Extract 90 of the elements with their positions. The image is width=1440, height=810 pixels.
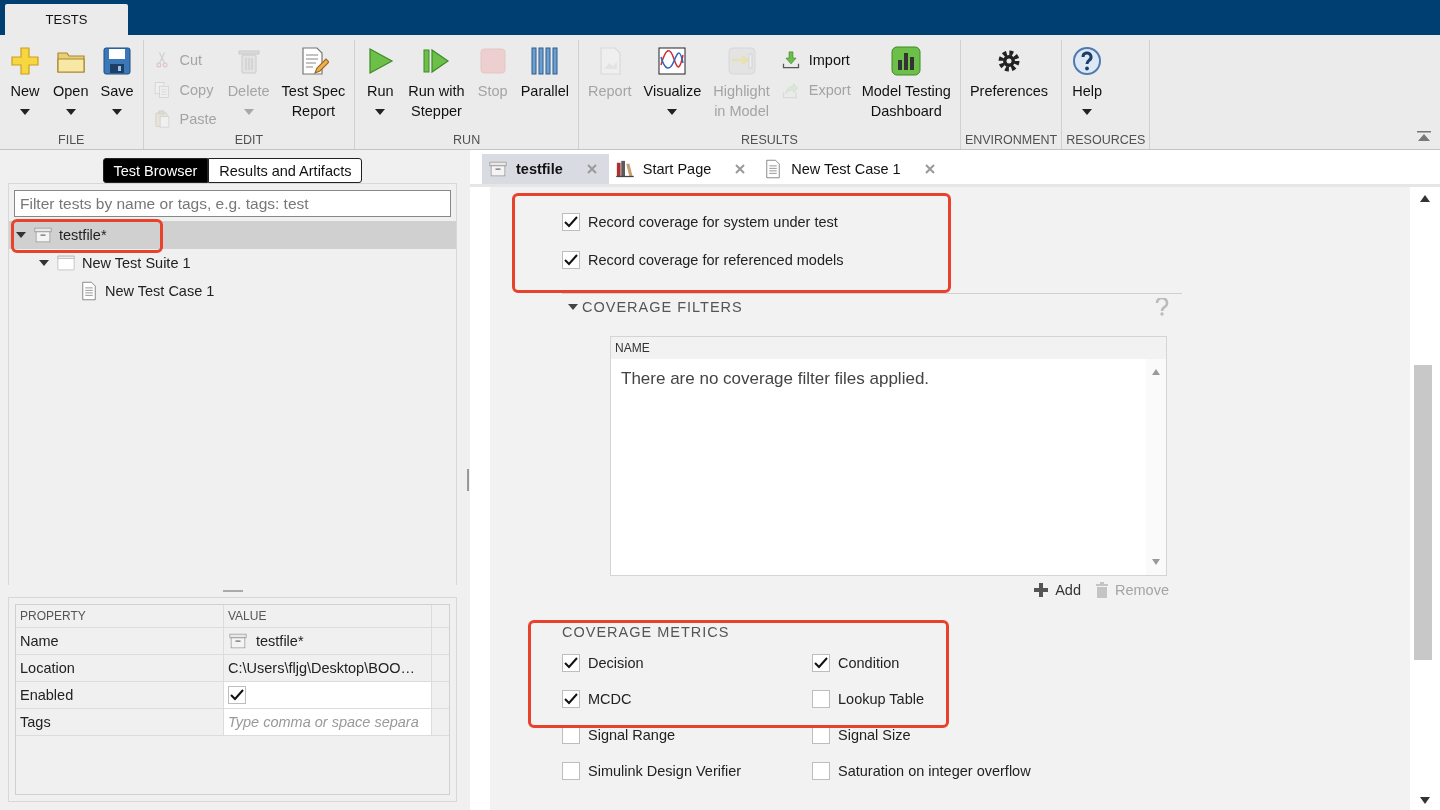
caret-icon <box>112 109 122 115</box>
checkbox[interactable] <box>812 690 830 708</box>
caret-icon <box>20 109 30 115</box>
action-button[interactable]: Add <box>1033 582 1081 598</box>
copy-icon <box>151 79 172 100</box>
toolbar-button[interactable]: Run with Stepper <box>403 40 470 133</box>
table-cell: Location <box>16 655 224 681</box>
trash-icon <box>1095 582 1109 598</box>
checkbox-label: Lookup Table <box>838 691 924 707</box>
caret-icon <box>667 109 678 115</box>
toolbar-button[interactable]: Import <box>776 46 855 74</box>
checkbox[interactable] <box>562 251 580 269</box>
checkbox-label: MCDC <box>588 691 632 707</box>
checkbox[interactable] <box>562 213 580 231</box>
toolbar-button[interactable]: Save <box>95 40 139 133</box>
plus-icon <box>1033 582 1050 598</box>
group-label: RESOURCES <box>1066 133 1146 149</box>
arrow-box-icon <box>725 45 758 77</box>
checkbox-label: Record coverage for referenced models <box>588 252 844 268</box>
toolbar-button[interactable]: Test Spec Report <box>276 40 351 133</box>
checkbox[interactable] <box>812 654 830 672</box>
close-icon[interactable] <box>924 164 935 174</box>
bar-chart-icon <box>890 45 923 77</box>
close-icon[interactable] <box>735 164 746 174</box>
tree-item[interactable]: New Test Suite 1 <box>9 249 456 277</box>
scroll-up-icon[interactable] <box>1420 195 1430 202</box>
expand-icon[interactable] <box>568 303 578 311</box>
close-icon[interactable] <box>586 164 597 174</box>
caret-icon <box>375 109 386 115</box>
section-title: COVERAGE METRICS <box>562 624 731 642</box>
checkbox-label: Signal Size <box>838 727 911 743</box>
collapse-icon[interactable] <box>1417 131 1431 143</box>
group-label: FILE <box>57 133 86 149</box>
caret-icon <box>65 109 76 115</box>
document-tab[interactable]: New Test Case 1 <box>757 154 947 184</box>
import-icon <box>780 50 801 70</box>
column-header: PROPERTY <box>16 605 224 627</box>
checkbox[interactable] <box>228 686 246 704</box>
table-cell: testfile* <box>256 633 304 649</box>
group-label: EDIT <box>233 133 265 149</box>
table-cell: Name <box>16 628 224 654</box>
checkbox[interactable] <box>562 690 580 708</box>
tab[interactable]: Results and Artifacts <box>208 158 363 183</box>
toolbar-button[interactable]: Run <box>359 40 402 133</box>
toolbar-button[interactable]: Help <box>1066 40 1109 133</box>
toolbar-button[interactable]: Parallel <box>515 40 574 133</box>
filter-field[interactable]: Filter tests by name or tags, e.g. tags: test <box>14 190 451 217</box>
toolbar-button[interactable]: Preferences <box>964 40 1054 133</box>
document-tab[interactable]: testfile <box>482 154 609 184</box>
group-label: RESULTS <box>740 133 799 149</box>
caret-icon <box>243 109 254 115</box>
document-icon <box>79 281 99 301</box>
checkbox-label: Signal Range <box>588 727 676 743</box>
section-title: COVERAGE FILTERS <box>582 299 743 315</box>
plot-icon <box>656 45 689 77</box>
checkbox[interactable] <box>562 762 580 780</box>
group-label: ENVIRONMENT <box>964 133 1058 149</box>
checkbox-label: Simulink Design Verifier <box>588 763 742 779</box>
table-cell: C:\Users\fljg\Desktop\BOO… <box>224 655 432 681</box>
tree-item[interactable]: New Test Case 1 <box>9 277 456 305</box>
archive-box-icon <box>488 159 508 179</box>
splitter-handle[interactable] <box>222 590 243 592</box>
help-icon <box>1071 45 1104 77</box>
caret-icon <box>1082 109 1093 115</box>
checkbox-label: Decision <box>588 655 644 671</box>
archive-box-icon <box>228 631 248 651</box>
checkbox[interactable] <box>812 762 830 780</box>
toolbar-button[interactable]: Open <box>48 40 94 133</box>
folder-icon <box>56 253 76 273</box>
ribbon-tab[interactable]: TESTS <box>5 4 128 35</box>
plus-icon <box>9 45 41 77</box>
document-tab[interactable]: Start Page <box>608 154 758 184</box>
books-icon <box>614 159 635 179</box>
empty-message: There are no coverage filter files applied. <box>620 368 931 390</box>
splitter-handle[interactable] <box>466 469 469 491</box>
tab[interactable]: Test Browser <box>102 158 209 183</box>
checkbox[interactable] <box>562 654 580 672</box>
export-icon <box>780 80 801 100</box>
tags-field[interactable]: Type comma or space separa <box>224 709 432 735</box>
parallel-bars-icon <box>528 45 561 77</box>
toolbar-button[interactable]: Visualize <box>638 40 707 133</box>
archive-box-icon <box>33 225 53 245</box>
group-label: RUN <box>452 133 482 149</box>
checkbox-label: Saturation on integer overflow <box>838 763 1031 779</box>
toolbar-button[interactable]: Model Testing Dashboard <box>856 40 956 133</box>
toolbar-button[interactable]: New <box>4 40 46 133</box>
column-header: VALUE <box>224 605 432 627</box>
checkbox-label: Condition <box>838 655 900 671</box>
scroll-down-icon[interactable] <box>1420 797 1430 804</box>
checkbox-label: Record coverage for system under test <box>588 214 838 230</box>
